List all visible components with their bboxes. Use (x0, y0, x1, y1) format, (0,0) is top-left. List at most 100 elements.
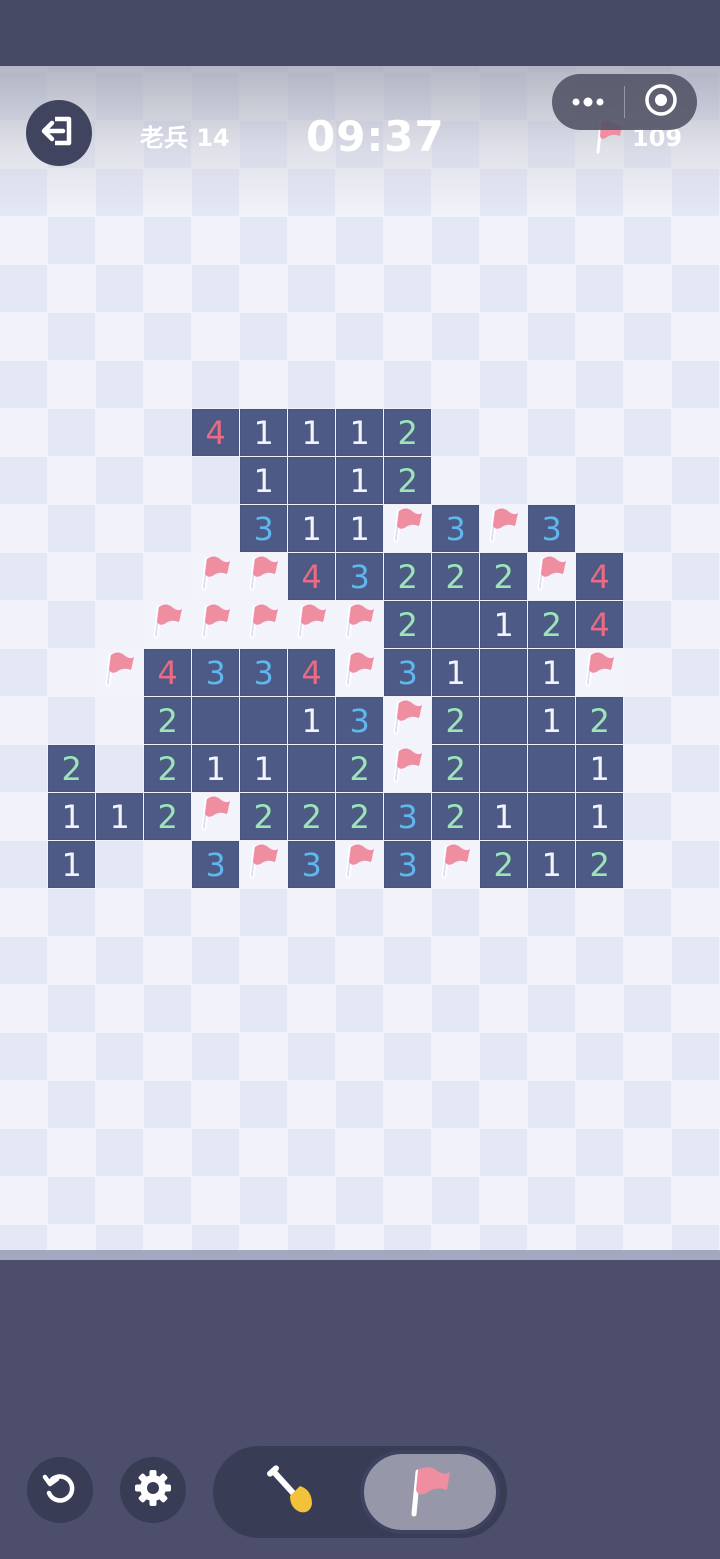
board-tile[interactable] (96, 697, 144, 745)
board-tile[interactable] (336, 889, 384, 937)
board-tile[interactable] (432, 1177, 480, 1225)
revealed-number-cell[interactable]: 2 (144, 745, 192, 793)
board-tile[interactable] (384, 1081, 432, 1129)
board-tile[interactable] (48, 649, 96, 697)
board-tile[interactable] (0, 937, 48, 985)
flagged-cell[interactable] (288, 601, 336, 649)
revealed-number-cell[interactable]: 2 (240, 793, 288, 841)
board-tile[interactable] (0, 1129, 48, 1177)
revealed-number-cell[interactable]: 2 (384, 601, 432, 649)
board-tile[interactable] (336, 1177, 384, 1225)
flagged-cell[interactable] (336, 601, 384, 649)
board-tile[interactable] (336, 361, 384, 409)
board-tile[interactable] (336, 66, 384, 73)
board-tile[interactable] (672, 745, 720, 793)
board-tile[interactable] (672, 457, 720, 505)
board-tile[interactable] (336, 1081, 384, 1129)
revealed-number-cell[interactable]: 2 (432, 697, 480, 745)
board-tile[interactable] (288, 1177, 336, 1225)
board-tile[interactable] (432, 1033, 480, 1081)
board-tile[interactable] (0, 1081, 48, 1129)
board-tile[interactable] (576, 169, 624, 217)
board-tile[interactable] (624, 457, 672, 505)
board-tile[interactable] (624, 505, 672, 553)
board-tile[interactable] (672, 265, 720, 313)
board-tile[interactable] (192, 361, 240, 409)
flagged-cell[interactable] (528, 553, 576, 601)
board-tile[interactable] (672, 1177, 720, 1225)
board-tile[interactable] (48, 1177, 96, 1225)
board-tile[interactable] (0, 1225, 48, 1250)
revealed-number-cell[interactable]: 3 (384, 793, 432, 841)
board-tile[interactable] (192, 1129, 240, 1177)
board-tile[interactable] (672, 1225, 720, 1250)
flag-mode-button[interactable] (360, 1450, 500, 1534)
board-tile[interactable] (384, 1225, 432, 1250)
revealed-number-cell[interactable]: 1 (288, 409, 336, 457)
flagged-cell[interactable] (384, 505, 432, 553)
board-tile[interactable] (432, 1081, 480, 1129)
board-tile[interactable] (384, 889, 432, 937)
board-tile[interactable] (144, 217, 192, 265)
board-tile[interactable] (672, 889, 720, 937)
revealed-number-cell[interactable]: 4 (144, 649, 192, 697)
board-tile[interactable] (288, 66, 336, 73)
board-tile[interactable] (576, 361, 624, 409)
board-tile[interactable] (240, 1225, 288, 1250)
revealed-number-cell[interactable]: 1 (240, 457, 288, 505)
board-tile[interactable] (576, 217, 624, 265)
flagged-cell[interactable] (384, 745, 432, 793)
revealed-number-cell[interactable]: 3 (336, 697, 384, 745)
board-tile[interactable] (192, 265, 240, 313)
board-tile[interactable] (384, 169, 432, 217)
board-tile[interactable] (672, 313, 720, 361)
board-tile[interactable] (480, 1225, 528, 1250)
board-tile[interactable] (480, 361, 528, 409)
board-tile[interactable] (144, 457, 192, 505)
board-tile[interactable] (624, 697, 672, 745)
board-tile[interactable] (144, 937, 192, 985)
revealed-number-cell[interactable]: 1 (336, 409, 384, 457)
board-tile[interactable] (528, 169, 576, 217)
revealed-number-cell[interactable]: 3 (336, 553, 384, 601)
board-tile[interactable] (624, 1225, 672, 1250)
board-tile[interactable] (624, 409, 672, 457)
board-tile[interactable] (480, 937, 528, 985)
board-tile[interactable] (672, 793, 720, 841)
board-tile[interactable] (672, 505, 720, 553)
board-tile[interactable] (48, 66, 96, 73)
board-tile[interactable] (528, 361, 576, 409)
board-tile[interactable] (672, 649, 720, 697)
board-tile[interactable] (240, 937, 288, 985)
board-tile[interactable] (144, 73, 192, 121)
board-tile[interactable] (480, 1177, 528, 1225)
flagged-cell[interactable] (336, 841, 384, 889)
board-tile[interactable] (576, 889, 624, 937)
board-tile[interactable] (384, 265, 432, 313)
board-tile[interactable] (144, 409, 192, 457)
board-tile[interactable] (240, 73, 288, 121)
board-tile[interactable] (432, 265, 480, 313)
revealed-number-cell[interactable]: 1 (528, 697, 576, 745)
back-button[interactable] (26, 100, 92, 166)
board-tile[interactable] (528, 1177, 576, 1225)
board-tile[interactable] (480, 409, 528, 457)
board-tile[interactable] (0, 169, 48, 217)
board-tile[interactable] (672, 985, 720, 1033)
revealed-number-cell[interactable]: 1 (528, 841, 576, 889)
board-tile[interactable] (480, 121, 528, 169)
board-tile[interactable] (192, 1033, 240, 1081)
board-tile[interactable] (192, 73, 240, 121)
board-tile[interactable] (288, 1033, 336, 1081)
board-tile[interactable] (240, 889, 288, 937)
board-tile[interactable] (0, 313, 48, 361)
revealed-number-cell[interactable]: 1 (432, 649, 480, 697)
board-tile[interactable] (576, 985, 624, 1033)
board-tile[interactable] (528, 217, 576, 265)
board-tile[interactable] (288, 313, 336, 361)
board-tile[interactable] (672, 66, 720, 73)
revealed-number-cell[interactable]: 2 (384, 553, 432, 601)
board-tile[interactable] (192, 1177, 240, 1225)
board-tile[interactable] (0, 889, 48, 937)
board-tile[interactable] (336, 937, 384, 985)
